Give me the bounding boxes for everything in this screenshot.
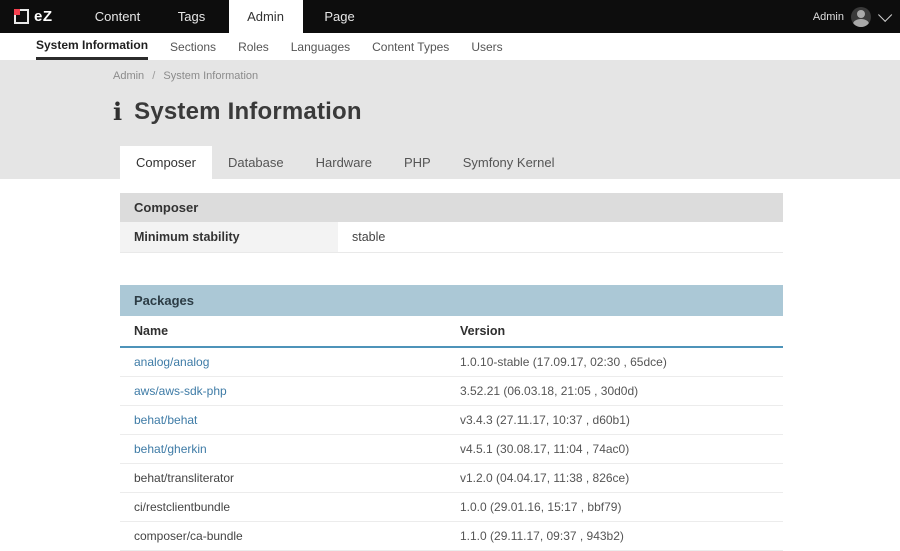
package-name-link[interactable]: analog/analog	[134, 355, 460, 369]
package-version: 1.0.10-stable (17.09.17, 02:30 , 65dce)	[460, 355, 769, 369]
table-row: behat/behat v3.4.3 (27.11.17, 10:37 , d6…	[120, 406, 783, 435]
table-row: composer/ca-bundle 1.1.0 (29.11.17, 09:3…	[120, 522, 783, 551]
table-row: aws/aws-sdk-php 3.52.21 (06.03.18, 21:05…	[120, 377, 783, 406]
subnav-users[interactable]: Users	[471, 33, 502, 60]
minimum-stability-value: stable	[338, 222, 783, 252]
column-header-version: Version	[460, 324, 769, 338]
tab-symfony-kernel[interactable]: Symfony Kernel	[447, 146, 571, 179]
page-title: System Information	[134, 98, 362, 126]
tab-database[interactable]: Database	[212, 146, 300, 179]
packages-table: Packages Name Version analog/analog 1.0.…	[120, 285, 783, 551]
package-name: ci/restclientbundle	[134, 500, 460, 514]
subnav-sections[interactable]: Sections	[170, 33, 216, 60]
table-row: behat/gherkin v4.5.1 (30.08.17, 11:04 , …	[120, 435, 783, 464]
package-version: v4.5.1 (30.08.17, 11:04 , 74ac0)	[460, 442, 769, 456]
package-version: v3.4.3 (27.11.17, 10:37 , d60b1)	[460, 413, 769, 427]
package-name: behat/transliterator	[134, 471, 460, 485]
subnav-languages[interactable]: Languages	[291, 33, 350, 60]
table-row: ci/restclientbundle 1.0.0 (29.01.16, 15:…	[120, 493, 783, 522]
top-nav: Content Tags Admin Page	[81, 0, 377, 33]
ez-logo[interactable]: eZ	[0, 0, 67, 33]
table-row: behat/transliterator v1.2.0 (04.04.17, 1…	[120, 464, 783, 493]
subnav-content-types[interactable]: Content Types	[372, 33, 449, 60]
top-bar: eZ Content Tags Admin Page Admin	[0, 0, 900, 33]
composer-table-title: Composer	[120, 193, 783, 222]
user-menu[interactable]: Admin	[813, 0, 900, 33]
package-name-link[interactable]: aws/aws-sdk-php	[134, 384, 460, 398]
tab-hardware[interactable]: Hardware	[300, 146, 388, 179]
subnav-system-information[interactable]: System Information	[36, 33, 148, 60]
package-version: 1.0.0 (29.01.16, 15:17 , bbf79)	[460, 500, 769, 514]
minimum-stability-label: Minimum stability	[120, 222, 338, 252]
page-title-row: i System Information	[113, 98, 900, 126]
package-version: 3.52.21 (06.03.18, 21:05 , 30d0d)	[460, 384, 769, 398]
tab-composer[interactable]: Composer	[120, 146, 212, 179]
table-row: Minimum stability stable	[120, 222, 783, 253]
breadcrumb-separator: /	[152, 70, 155, 82]
top-nav-admin[interactable]: Admin	[229, 0, 303, 33]
composer-table: Composer Minimum stability stable	[120, 193, 783, 253]
page-header-area: Admin / System Information i System Info…	[0, 60, 900, 179]
top-nav-page[interactable]: Page	[303, 0, 377, 33]
column-header-name: Name	[134, 324, 460, 338]
breadcrumb: Admin / System Information	[113, 70, 900, 82]
chevron-down-icon	[878, 7, 892, 21]
package-version: 1.1.0 (29.11.17, 09:37 , 943b2)	[460, 529, 769, 543]
admin-sub-nav: System Information Sections Roles Langua…	[0, 33, 900, 60]
breadcrumb-system-information: System Information	[163, 70, 258, 82]
top-nav-content[interactable]: Content	[81, 0, 155, 33]
info-icon: i	[113, 100, 122, 124]
package-name-link[interactable]: behat/behat	[134, 413, 460, 427]
subnav-roles[interactable]: Roles	[238, 33, 269, 60]
breadcrumb-admin[interactable]: Admin	[113, 70, 144, 82]
tab-php[interactable]: PHP	[388, 146, 447, 179]
packages-column-headers: Name Version	[120, 316, 783, 348]
packages-table-title: Packages	[120, 285, 783, 316]
package-version: v1.2.0 (04.04.17, 11:38 , 826ce)	[460, 471, 769, 485]
user-name-label: Admin	[813, 11, 844, 23]
system-info-tabs: Composer Database Hardware PHP Symfony K…	[120, 146, 900, 179]
package-name: composer/ca-bundle	[134, 529, 460, 543]
user-avatar-icon	[851, 7, 871, 27]
top-nav-tags[interactable]: Tags	[155, 0, 229, 33]
ez-logo-text: eZ	[34, 8, 53, 25]
package-name-link[interactable]: behat/gherkin	[134, 442, 460, 456]
main-content: Composer Minimum stability stable Packag…	[0, 179, 900, 551]
ez-logo-icon	[14, 9, 29, 24]
table-row: analog/analog 1.0.10-stable (17.09.17, 0…	[120, 348, 783, 377]
